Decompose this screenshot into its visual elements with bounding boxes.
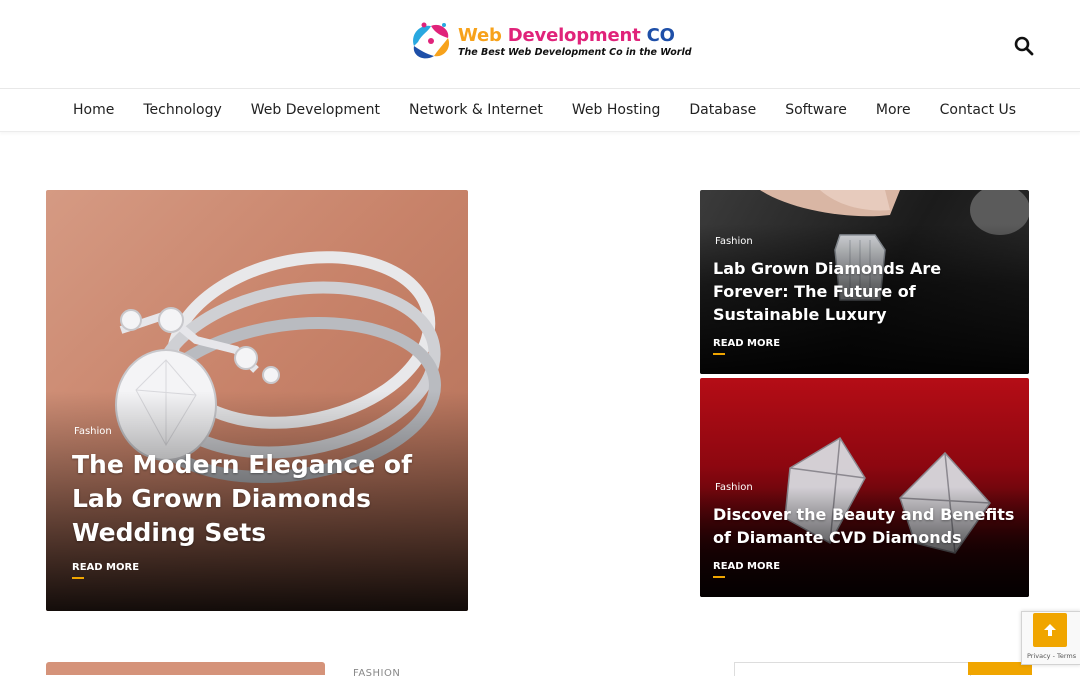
site-logo[interactable]: Web Development CO The Best Web Developm…	[404, 16, 692, 68]
post-category[interactable]: Fashion	[715, 236, 753, 247]
search-icon[interactable]	[1013, 35, 1035, 57]
nav-item-more[interactable]: More	[876, 102, 911, 118]
site-header: Web Development CO The Best Web Developm…	[0, 0, 1080, 88]
read-more-link[interactable]: READ MORE	[72, 562, 139, 579]
nav-item-contact-us[interactable]: Contact Us	[940, 102, 1016, 118]
nav-item-web-hosting[interactable]: Web Hosting	[572, 102, 661, 118]
nav-item-technology[interactable]: Technology	[143, 102, 221, 118]
arrow-up-icon	[1044, 624, 1056, 636]
main-navigation: Home Technology Web Development Network …	[0, 88, 1080, 132]
post-title[interactable]: Lab Grown Diamonds Are Forever: The Futu…	[713, 257, 983, 326]
nav-item-software[interactable]: Software	[785, 102, 847, 118]
logo-tagline: The Best Web Development Co in the World	[458, 47, 692, 58]
post-category[interactable]: Fashion	[715, 482, 753, 493]
logo-title: Web Development CO	[458, 25, 675, 46]
featured-post-card-main[interactable]: Fashion The Modern Elegance of Lab Grown…	[46, 190, 468, 611]
nav-item-web-development[interactable]: Web Development	[251, 102, 380, 118]
post-category[interactable]: FASHION	[353, 668, 400, 679]
post-thumbnail[interactable]	[46, 662, 325, 675]
featured-post-card-2[interactable]: Fashion Lab Grown Diamonds Are Forever: …	[700, 190, 1029, 374]
post-category[interactable]: Fashion	[74, 426, 112, 437]
featured-post-card-3[interactable]: Fashion Discover the Beauty and Benefits…	[700, 378, 1029, 597]
read-more-link[interactable]: READ MORE	[713, 338, 780, 355]
logo-icon	[404, 16, 458, 68]
post-title[interactable]: The Modern Elegance of Lab Grown Diamond…	[72, 448, 422, 550]
nav-item-database[interactable]: Database	[689, 102, 756, 118]
nav-item-network-internet[interactable]: Network & Internet	[409, 102, 543, 118]
recaptcha-links[interactable]: Privacy - Terms	[1027, 652, 1076, 660]
scroll-to-top-button[interactable]	[1033, 613, 1067, 647]
nav-item-home[interactable]: Home	[73, 102, 114, 118]
newsletter-email-field[interactable]	[734, 662, 971, 676]
post-title[interactable]: Discover the Beauty and Benefits of Diam…	[713, 503, 1023, 549]
read-more-link[interactable]: READ MORE	[713, 561, 780, 578]
